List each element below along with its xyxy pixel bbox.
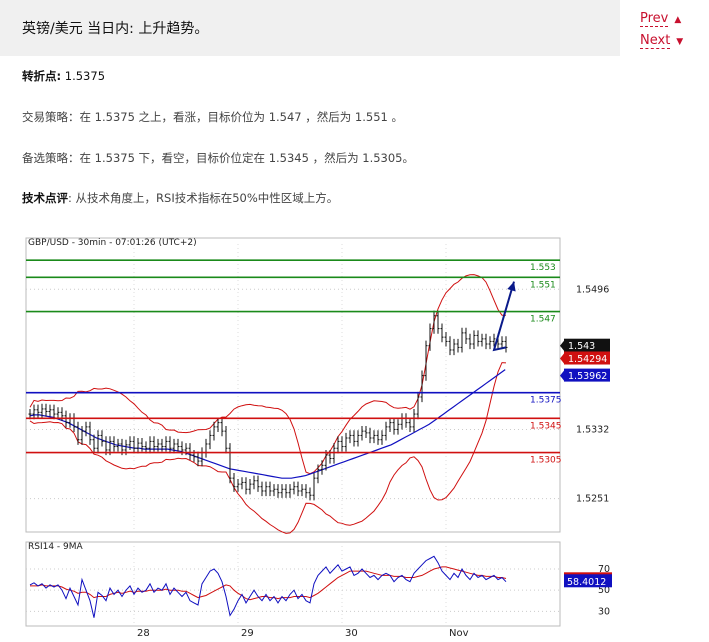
time-tick-label: 30 [345, 628, 358, 637]
rsi-tick-label: 30 [598, 606, 610, 617]
level-label: 1.5305 [530, 456, 562, 466]
rsi-value-tag: 58.4012 [567, 577, 606, 588]
tech-comment-label: 技术点评 [22, 191, 68, 205]
alt-strategy-text: 在 1.5375 下，看空，目标价位定在 1.5345 ，然后为 1.5305。 [79, 151, 415, 165]
time-tick-label: 28 [137, 628, 150, 637]
pivot-value: 1.5375 [64, 69, 106, 83]
prev-link[interactable]: Prev ▲ [640, 11, 700, 27]
tech-comment-text: : 从技术角度上，RSI技术指标在50%中性区域上方。 [68, 191, 339, 205]
price-tick-label: 1.5332 [576, 424, 609, 435]
pivot-label: 转折点: [22, 69, 62, 83]
level-label: 1.5345 [530, 421, 562, 431]
alt-strategy-line: 备选策略：在 1.5375 下，看空，目标价位定在 1.5345 ，然后为 1.… [22, 150, 414, 166]
price-panel-frame [25, 237, 561, 533]
chart-title: GBP/USD - 30min - 07:01:26 (UTC+2) [28, 238, 197, 248]
strategy-label: 交易策略： [22, 110, 80, 124]
level-label: 1.547 [530, 315, 556, 325]
price-tick-label: 1.5251 [576, 494, 609, 505]
time-tick-label: 29 [241, 628, 254, 637]
next-label[interactable]: Next [640, 33, 671, 49]
triangle-down-icon: ▼ [676, 37, 684, 47]
alt-strategy-label: 备选策略： [22, 151, 80, 165]
time-tick-label: Nov [449, 628, 469, 637]
prev-label[interactable]: Prev [640, 11, 669, 27]
rsi-panel-frame [25, 541, 561, 627]
level-label: 1.553 [530, 263, 556, 273]
next-link[interactable]: Next ▼ [640, 33, 700, 49]
price-chart-area: GBP/USD - 30min - 07:01:26 (UTC+2) 1.5496… [20, 232, 620, 639]
level-label: 1.5375 [530, 396, 562, 406]
pivot-line: 转折点: 1.5375 [22, 68, 105, 84]
tech-comment-line: 技术点评: 从技术角度上，RSI技术指标在50%中性区域上方。 [22, 190, 338, 206]
ma-tag-pointer [560, 370, 564, 381]
rsi-title: RSI14 - 9MA [28, 542, 84, 552]
ma-tag: 1.53962 [568, 371, 607, 382]
page-title: 英镑/美元 当日内: 上升趋势。 [22, 21, 209, 37]
lower-band-tag-pointer [560, 353, 564, 364]
current-price-tag: 1.543 [568, 341, 595, 352]
level-label: 1.551 [530, 280, 556, 290]
strategy-line: 交易策略：在 1.5375 之上，看涨，目标价位为 1.547 ，然后为 1.5… [22, 109, 403, 125]
price-chart: GBP/USD - 30min - 07:01:26 (UTC+2) 1.5496… [25, 237, 612, 639]
current-price-tag-pointer [560, 340, 564, 351]
price-tick-label: 1.5496 [576, 284, 609, 295]
lower-band-tag: 1.54294 [568, 354, 607, 365]
strategy-text: 在 1.5375 之上，看涨，目标价位为 1.547 ，然后为 1.551 。 [79, 110, 404, 124]
triangle-up-icon: ▲ [674, 15, 682, 25]
